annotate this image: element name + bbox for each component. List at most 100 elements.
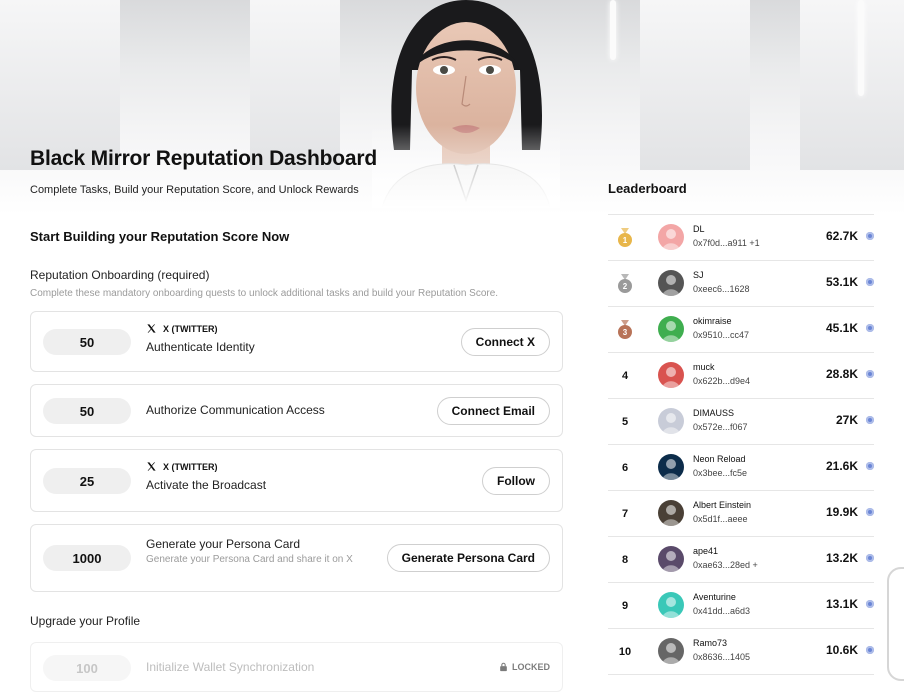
avatar-image [662, 275, 680, 296]
rank-number: 9 [621, 599, 629, 612]
user-score: 53.1K [825, 275, 858, 289]
leaderboard-row[interactable]: 3 okimraise 0x9510...cc47 45.1K [608, 306, 874, 352]
score-token-icon [866, 646, 874, 654]
rank-number: 1 [623, 236, 628, 245]
connect-email-button[interactable]: Connect Email [436, 397, 550, 425]
leaderboard-row[interactable]: 1 DL 0x7f0d...a911 +1 62.7K [608, 214, 874, 260]
user-name: Ramo73 [693, 638, 728, 648]
user-score: 62.7K [825, 229, 858, 243]
user-address: 0x3bee...fc5e [693, 468, 748, 478]
avatar [658, 638, 684, 664]
rank-number: 6 [621, 461, 629, 474]
quest-card-generate-persona: 1000 Generate your Persona Card Generate… [30, 524, 563, 592]
avatar [658, 362, 684, 388]
quest-name: Authenticate Identity [146, 340, 255, 354]
avatar-image [662, 413, 680, 434]
leaderboard-row[interactable]: 4 muck 0x622b...d9e4 28.8K [608, 352, 874, 398]
background-pillar [250, 0, 340, 170]
user-address: 0xae63...28ed + [693, 560, 758, 570]
rank-cell: 4 [608, 353, 642, 398]
page-subtitle: Complete Tasks, Build your Reputation Sc… [30, 184, 359, 196]
locked-label: LOCKED [512, 662, 550, 672]
user-name: okimraise [693, 316, 732, 326]
rank-number: 7 [621, 507, 629, 520]
quest-name: Authorize Communication Access [146, 403, 325, 417]
medal-icon: 1 [618, 227, 632, 247]
user-address: 0x572e...f067 [693, 422, 748, 432]
rank-cell: 7 [608, 491, 642, 536]
avatar-image [662, 459, 680, 480]
section-title: Start Building your Reputation Score Now [30, 229, 290, 244]
user-address: 0xeec6...1628 [693, 284, 750, 294]
quest-points: 100 [43, 655, 131, 681]
score-token-icon [866, 416, 874, 424]
avatar-image [662, 643, 680, 664]
medal-icon: 3 [618, 319, 632, 339]
leaderboard-row[interactable]: 9 Aventurine 0x41dd...a6d3 13.1K [608, 582, 874, 628]
avatar [658, 454, 684, 480]
rank-cell: 9 [608, 583, 642, 628]
avatar [658, 408, 684, 434]
persona-portrait [372, 0, 560, 208]
rank-number: 5 [621, 415, 629, 428]
avatar-image [662, 367, 680, 388]
user-score: 45.1K [825, 321, 858, 335]
quest-card-authenticate-identity: 50 X (TWITTER) Authenticate Identity Con… [30, 311, 563, 372]
leaderboard-list: 1 DL 0x7f0d...a911 +1 62.7K 2 SJ 0xeec6...1628… [608, 214, 874, 675]
leaderboard-row[interactable]: 2 SJ 0xeec6...1628 53.1K [608, 260, 874, 306]
onboarding-title: Reputation Onboarding (required) [30, 268, 210, 282]
user-address: 0x41dd...a6d3 [693, 606, 751, 616]
locked-status: LOCKED [499, 662, 550, 672]
leaderboard-row[interactable]: 5 DIMAUSS 0x572e...f067 27K [608, 398, 874, 444]
user-score: 21.6K [825, 459, 858, 473]
quest-points: 1000 [43, 545, 131, 571]
leaderboard-row[interactable]: 6 Neon Reload 0x3bee...fc5e 21.6K [608, 444, 874, 490]
follow-button[interactable]: Follow [482, 467, 550, 495]
avatar [658, 316, 684, 342]
rank-cell: 6 [608, 445, 642, 490]
user-name: Albert Einstein [693, 500, 752, 510]
score-token-icon [866, 508, 874, 516]
leaderboard-row[interactable]: 10 Ramo73 0x8636...1405 10.6K [608, 628, 874, 675]
rank-cell: 1 [608, 215, 642, 260]
avatar-image [662, 505, 680, 526]
medal-icon: 2 [618, 273, 632, 293]
leaderboard-row[interactable]: 7 Albert Einstein 0x5d1f...aeee 19.9K [608, 490, 874, 536]
connect-x-button[interactable]: Connect X [460, 328, 550, 356]
x-logo-icon [147, 324, 156, 333]
score-token-icon [866, 232, 874, 240]
user-score: 28.8K [825, 367, 858, 381]
user-name: Aventurine [693, 592, 736, 602]
quest-platform-label: X (TWITTER) [163, 461, 218, 472]
user-name: DL [693, 224, 705, 234]
quest-card-authorize-communication: 50 Authorize Communication Access Connec… [30, 384, 563, 437]
quest-card-activate-broadcast: 25 X (TWITTER) Activate the Broadcast Fo… [30, 449, 563, 512]
avatar [658, 546, 684, 572]
user-name: ape41 [693, 546, 719, 556]
leaderboard-title: Leaderboard [608, 181, 687, 196]
quest-platform-label: X (TWITTER) [163, 323, 218, 334]
user-address: 0x7f0d...a911 +1 [693, 238, 760, 248]
avatar [658, 592, 684, 618]
user-score: 13.1K [825, 597, 858, 611]
avatar-image [662, 229, 680, 250]
avatar [658, 500, 684, 526]
score-token-icon [866, 370, 874, 378]
quest-platform: X (TWITTER) [146, 461, 266, 472]
avatar-image [662, 551, 680, 572]
avatar [658, 224, 684, 250]
scroll-panel-edge[interactable] [887, 567, 904, 681]
rank-cell: 3 [608, 307, 642, 352]
user-score: 10.6K [825, 643, 858, 657]
score-token-icon [866, 554, 874, 562]
leaderboard-row[interactable]: 8 ape41 0xae63...28ed + 13.2K [608, 536, 874, 582]
rank-cell: 2 [608, 261, 642, 306]
generate-persona-card-button[interactable]: Generate Persona Card [386, 544, 550, 572]
page-title: Black Mirror Reputation Dashboard [30, 147, 377, 170]
quest-subtext: Generate your Persona Card and share it … [146, 554, 353, 565]
user-name: DIMAUSS [693, 408, 735, 418]
quest-platform: X (TWITTER) [146, 323, 255, 334]
rank-cell: 8 [608, 537, 642, 582]
ceiling-light [610, 0, 616, 60]
rank-number: 4 [621, 369, 629, 382]
